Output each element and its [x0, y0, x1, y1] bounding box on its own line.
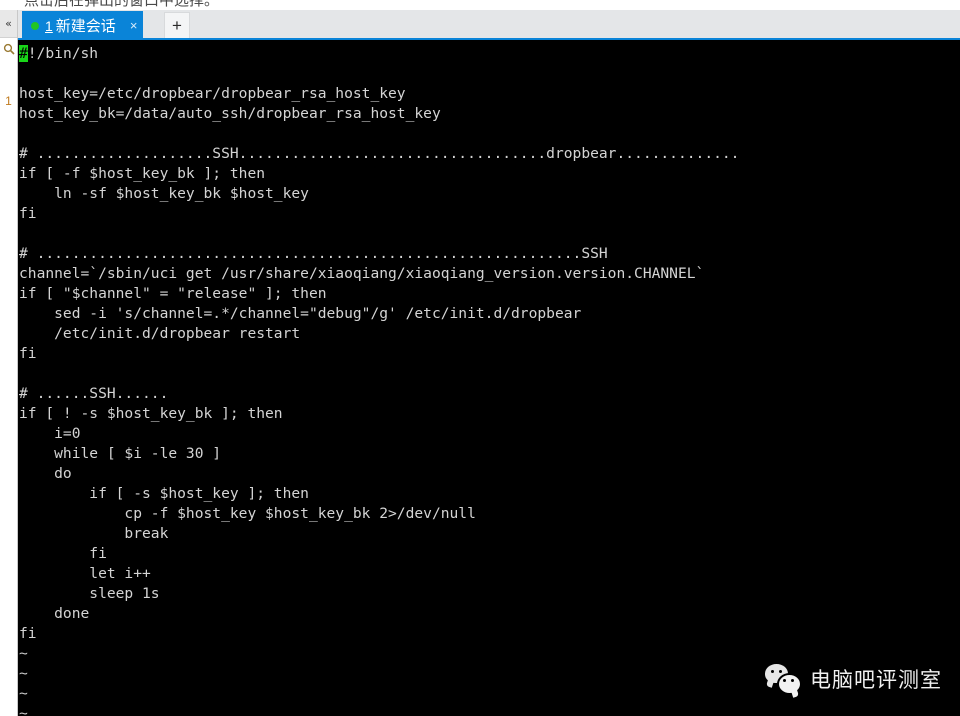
terminal-empty-line-marker: ~: [19, 705, 28, 716]
terminal-text: #!/bin/sh host_key=/etc/dropbear/dropbea…: [19, 42, 960, 716]
terminal-line: let i++: [19, 565, 151, 582]
clipped-banner: 点击后在弹出的窗口中选择。: [0, 0, 960, 10]
terminal-line: fi: [19, 545, 107, 562]
terminal-line: /etc/init.d/dropbear restart: [19, 325, 301, 342]
terminal-line: host_key=/etc/dropbear/dropbear_rsa_host…: [19, 85, 406, 102]
terminal-line: host_key_bk=/data/auto_ssh/dropbear_rsa_…: [19, 105, 441, 122]
terminal-pane[interactable]: #!/bin/sh host_key=/etc/dropbear/dropbea…: [19, 42, 960, 716]
terminal-line: ~: [19, 704, 960, 716]
terminal-line: ~: [19, 644, 960, 664]
terminal-cursor: #: [19, 45, 28, 62]
wechat-logo-icon: [765, 664, 802, 695]
app-window: 点击后在弹出的窗口中选择。 « 1 1 新建会话 × + #!/bin/sh h…: [0, 0, 960, 716]
tab-session-1[interactable]: 1 新建会话 ×: [22, 11, 144, 40]
terminal-empty-line-marker: ~: [19, 645, 28, 662]
rail-session-index[interactable]: 1: [0, 94, 17, 108]
terminal-line: if [ -f $host_key_bk ]; then: [19, 165, 266, 182]
terminal-line: fi: [19, 345, 37, 362]
terminal-line: # ......SSH......: [19, 385, 169, 402]
watermark-text: 电脑吧评测室: [810, 668, 942, 692]
terminal-line: #!/bin/sh: [19, 45, 99, 62]
terminal-line: if [ ! -s $host_key_bk ]; then: [19, 405, 283, 422]
tab-title-label: 新建会话: [55, 17, 116, 35]
tab-bar: 1 新建会话 × +: [18, 10, 960, 40]
terminal-line: done: [19, 605, 90, 622]
terminal-empty-line-marker: ~: [19, 685, 28, 702]
terminal-line: while [ $i -le 30 ]: [19, 445, 222, 462]
clipped-banner-text: 点击后在弹出的窗口中选择。: [24, 0, 220, 9]
terminal-line: break: [19, 525, 169, 542]
terminal-line: i=0: [19, 425, 81, 442]
terminal-line: if [ -s $host_key ]; then: [19, 485, 309, 502]
terminal-empty-line-marker: ~: [19, 665, 28, 682]
terminal-line: sed -i 's/channel=.*/channel="debug"/g' …: [19, 305, 582, 322]
terminal-line: # ....................SSH...............…: [19, 145, 740, 162]
terminal-line: channel=`/sbin/uci get /usr/share/xiaoqi…: [19, 265, 705, 282]
watermark: 电脑吧评测室: [765, 664, 942, 695]
tab-index-label: 1: [45, 17, 53, 34]
terminal-line: sleep 1s: [19, 585, 160, 602]
collapse-sidebar-icon[interactable]: «: [0, 10, 17, 38]
terminal-line: fi: [19, 205, 37, 222]
terminal-line: # ......................................…: [19, 245, 608, 262]
terminal-line: if [ "$channel" = "release" ]; then: [19, 285, 327, 302]
connection-status-dot: [31, 21, 39, 30]
terminal-line: fi: [19, 625, 37, 642]
new-tab-button[interactable]: +: [164, 12, 190, 39]
terminal-line: do: [19, 465, 72, 482]
tab-bar-underline: [18, 38, 960, 40]
search-icon[interactable]: [0, 39, 17, 63]
terminal-line: cp -f $host_key $host_key_bk 2>/dev/null: [19, 505, 476, 522]
close-icon[interactable]: ×: [130, 18, 138, 33]
terminal-line: ln -sf $host_key_bk $host_key: [19, 185, 309, 202]
left-rail: « 1: [0, 10, 18, 716]
